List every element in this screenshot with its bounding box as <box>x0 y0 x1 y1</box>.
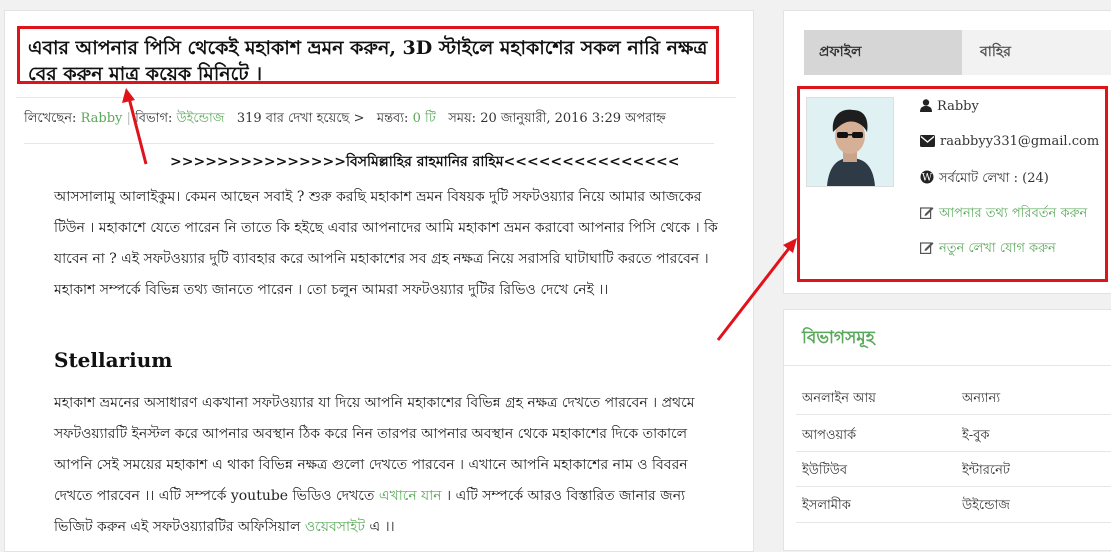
arrow-to-profile-icon <box>716 238 797 341</box>
annotation-arrows <box>122 88 797 341</box>
arrow-to-title-icon <box>122 88 148 165</box>
